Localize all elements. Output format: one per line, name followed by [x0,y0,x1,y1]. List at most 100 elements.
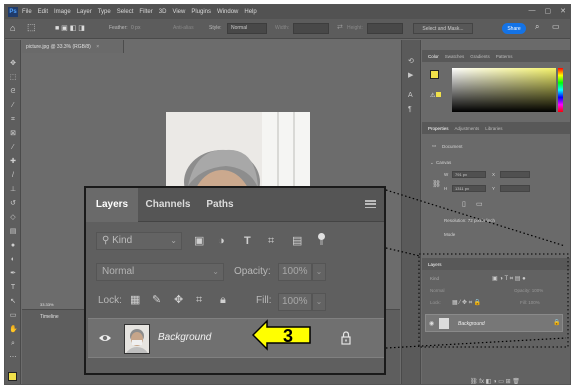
character-icon[interactable]: A [408,92,416,100]
adjustment-filter-icon[interactable]: ◑ [218,235,225,247]
maximize-button[interactable]: ▢ [545,7,552,15]
menu-type[interactable]: Type [98,9,111,15]
blend-mode-select[interactable]: Normal ⌄ [96,263,224,281]
brush-icon[interactable]: / [9,172,17,180]
tab-adjustments[interactable]: Adjustments [455,126,480,131]
mini-fill[interactable]: Fill: 100% [520,300,540,305]
fill-chevron-icon[interactable]: ⌄ [312,293,326,311]
menu-view[interactable]: View [172,9,185,15]
home-icon[interactable]: ⌂ [10,23,15,33]
marquee-tool-icon[interactable]: ⬚ [27,22,36,33]
opacity-input[interactable]: 100% [278,263,312,281]
menu-plugins[interactable]: Plugins [191,9,211,15]
panel-menu-icon[interactable] [365,200,376,209]
width-prop-input[interactable]: 791 px [452,171,486,178]
close-button[interactable]: ✕ [560,7,566,15]
pixel-filter-icon[interactable]: ▣ [194,235,204,247]
tab-layers[interactable]: Layers [86,188,138,222]
tab-patterns[interactable]: Patterns [496,54,513,59]
hand-icon[interactable]: ✋ [9,326,18,334]
document-tab[interactable]: picture.jpg @ 33.3% (RGB/8) × [22,40,124,53]
eyedropper-icon[interactable]: ⁄ [9,144,17,152]
menu-help[interactable]: Help [244,9,256,15]
gradient-icon[interactable]: ▤ [9,228,17,236]
gamut-warning[interactable]: ⚠ [430,92,442,99]
rectangle-icon[interactable]: ▭ [9,312,17,320]
y-prop-input[interactable] [500,185,530,192]
zoom-status[interactable]: 33.33% [40,302,54,307]
height-input[interactable] [367,23,403,34]
tab-libraries[interactable]: Libraries [485,126,502,131]
eraser-icon[interactable]: ◇ [9,214,17,222]
quick-select-icon[interactable]: ⁄ [9,102,17,110]
color-panel-foreground-swatch[interactable] [430,70,439,79]
menu-file[interactable]: File [22,9,32,15]
minimize-button[interactable]: — [529,7,536,15]
canvas-collapse-icon[interactable]: ⌄ [430,160,434,166]
layer-row-background[interactable]: Background [88,318,384,358]
tab-swatches[interactable]: Swatches [445,54,465,59]
layer-action-icons[interactable]: ⛓ fx ◧ ◑ ▭ ⊞ 🗑 [470,378,520,384]
anti-alias-label[interactable]: Anti-alias [173,25,194,31]
color-picker-field[interactable] [452,68,556,112]
menu-image[interactable]: Image [54,9,71,15]
menu-filter[interactable]: Filter [139,9,152,15]
tab-paths[interactable]: Paths [200,188,240,222]
select-and-mask-button[interactable]: Select and Mask... [413,23,473,34]
frame-icon[interactable]: ⊠ [9,130,17,138]
actions-icon[interactable]: ▶ [408,72,416,80]
selection-mode-icons[interactable]: ■ ▣ ◧ ◨ [55,24,85,32]
tab-channels[interactable]: Channels [138,188,198,222]
move-tool-icon[interactable]: ✥ [9,60,17,68]
lock-all-icon[interactable]: 🔒︎ [220,293,226,307]
mini-tab-layers[interactable]: Layers [428,262,442,267]
hue-slider[interactable] [558,68,563,112]
mini-opacity[interactable]: Opacity: 100% [514,288,543,293]
lock-image-icon[interactable]: ✎ [152,293,161,307]
foreground-color-swatch[interactable] [8,372,17,381]
blur-icon[interactable]: ● [9,242,17,250]
menu-select[interactable]: Select [117,9,134,15]
path-select-icon[interactable]: ↖ [9,298,17,306]
opacity-chevron-icon[interactable]: ⌄ [312,263,326,281]
landscape-orientation-icon[interactable]: ▭ [476,200,483,208]
link-icon[interactable]: ⛓ [432,180,441,188]
mini-lock-icons[interactable]: ▦ ⁄ ✥ ⌗ 🔒 [452,299,481,307]
lock-position-icon[interactable]: ✥ [174,293,183,307]
crop-icon[interactable]: ⌗ [9,116,17,124]
smart-object-filter-icon[interactable]: ▤ [292,235,302,247]
menu-edit[interactable]: Edit [38,9,48,15]
mini-layer-row[interactable]: ◉ Background 🔒 [425,314,563,332]
type-tool-icon[interactable]: T [9,284,17,292]
shape-filter-icon[interactable]: ⌗ [268,235,274,247]
feather-value[interactable]: 0 px [131,25,140,31]
history-brush-icon[interactable]: ↺ [9,200,17,208]
mini-blend-mode[interactable]: Normal [430,288,445,293]
type-filter-icon[interactable]: T [244,235,251,247]
filter-toggle-icon[interactable] [318,233,325,245]
paragraph-icon[interactable]: ¶ [408,106,416,114]
search-icon[interactable]: ⌕ [535,22,539,32]
height-prop-input[interactable]: 1311 px [452,185,486,192]
menu-3d[interactable]: 3D [159,9,167,15]
portrait-orientation-icon[interactable]: ▯ [462,200,466,208]
mini-filter-icons[interactable]: ▣ ◑ T ⌗ ▤ ● [492,275,526,283]
tab-color[interactable]: Color [428,54,439,59]
dodge-icon[interactable]: ◐ [9,256,17,264]
timeline-title[interactable]: Timeline [40,314,59,320]
tab-properties[interactable]: Properties [428,126,449,131]
lock-artboard-icon[interactable]: ⌗ [196,293,202,307]
x-prop-input[interactable] [500,171,530,178]
swap-icon[interactable]: ⇄ [337,23,343,31]
menu-layer[interactable]: Layer [77,9,92,15]
width-input[interactable] [293,23,329,34]
healing-icon[interactable]: ✚ [9,158,17,166]
mini-kind-filter[interactable]: Kind [430,276,439,281]
menu-window[interactable]: Window [217,9,238,15]
zoom-icon[interactable]: ⌕ [9,340,17,348]
lock-transparent-icon[interactable]: ▦ [130,293,140,307]
lasso-icon[interactable]: ᘓ [9,88,17,96]
share-button[interactable]: Share [502,23,526,34]
history-icon[interactable]: ⟲ [408,58,416,66]
mini-eye-icon[interactable]: ◉ [429,320,434,327]
